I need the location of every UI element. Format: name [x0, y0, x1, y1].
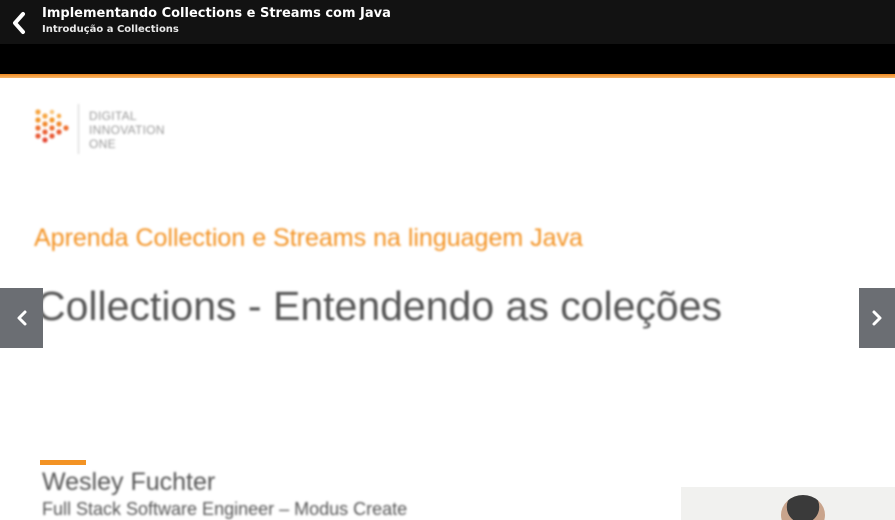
logo-divider: [78, 104, 79, 154]
speaker-photo: [681, 487, 895, 520]
speaker-role: Full Stack Software Engineer – Modus Cre…: [42, 499, 408, 519]
logo-line-1: DIGITAL: [89, 109, 137, 123]
logo-line-2: INNOVATION: [89, 123, 165, 137]
speaker-head: [781, 495, 825, 520]
slide-heading: Collections - Entendendo as coleções: [36, 283, 723, 329]
course-titles: Implementando Collections e Streams com …: [42, 6, 391, 36]
video-slide: DIGITAL INNOVATION ONE Aprenda Collectio…: [0, 78, 895, 520]
next-slide-button[interactable]: [859, 288, 895, 348]
top-bar: Implementando Collections e Streams com …: [0, 0, 895, 44]
course-title: Implementando Collections e Streams com …: [42, 6, 391, 21]
back-button[interactable]: [6, 10, 32, 36]
speaker-accent-bar: [40, 460, 86, 465]
video-top-band: [0, 44, 895, 74]
dio-logo-icon: [35, 109, 69, 143]
digital-innovation-one-logo: DIGITAL INNOVATION ONE: [34, 104, 194, 156]
slide-subheading: Aprenda Collection e Streams na linguage…: [34, 224, 583, 252]
logo-text: DIGITAL INNOVATION ONE: [89, 109, 165, 151]
chevron-left-icon: [17, 310, 26, 326]
logo-line-3: ONE: [89, 137, 116, 151]
lesson-title: Introdução a Collections: [42, 24, 179, 35]
chevron-left-icon: [13, 12, 25, 34]
previous-slide-button[interactable]: [0, 288, 43, 348]
chevron-right-icon: [872, 310, 882, 326]
speaker-name: Wesley Fuchter: [42, 468, 216, 496]
